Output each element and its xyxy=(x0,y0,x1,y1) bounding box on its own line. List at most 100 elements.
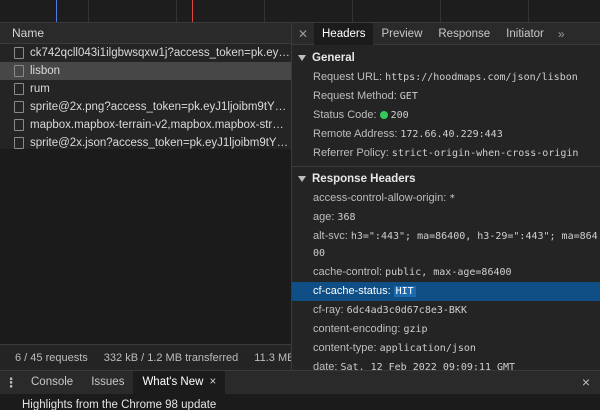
request-name: ck742qcll043i1ilgbwsqxw1j?access_token=p… xyxy=(30,47,290,59)
response-header-row[interactable]: content-encoding: gzip xyxy=(292,320,600,339)
header-key: date: xyxy=(313,361,338,370)
remote-address-label: Remote Address: xyxy=(313,128,398,140)
response-header-row[interactable]: date: Sat, 12 Feb 2022 09:09:11 GMT xyxy=(292,358,600,370)
remote-address-row: Remote Address: 172.66.40.229:443 xyxy=(292,125,600,144)
request-row[interactable]: sprite@2x.png?access_token=pk.eyJ1ljoibm… xyxy=(0,98,291,116)
referrer-policy-value: strict-origin-when-cross-origin xyxy=(391,148,579,159)
header-value: HIT xyxy=(393,286,416,297)
header-key: content-type: xyxy=(313,342,377,354)
general-section-title: General xyxy=(312,52,355,64)
close-details-icon[interactable]: ✕ xyxy=(292,27,314,41)
header-key: content-encoding: xyxy=(313,323,401,335)
header-key: age: xyxy=(313,211,335,223)
response-header-row[interactable]: cf-ray: 6dc4ad3c0d67c8e3-BKK xyxy=(292,301,600,320)
response-header-row[interactable]: content-type: application/json xyxy=(292,339,600,358)
request-name: sprite@2x.png?access_token=pk.eyJ1ljoibm… xyxy=(30,101,290,113)
grid-tick xyxy=(528,0,529,22)
triangle-down-icon xyxy=(298,55,306,61)
response-header-row[interactable]: alt-svc: h3=":443"; ma=86400, h3-29=":443… xyxy=(292,227,600,263)
document-icon xyxy=(14,137,24,149)
more-options-kebab-icon[interactable]: ⋮ xyxy=(0,375,22,391)
header-value: gzip xyxy=(403,324,428,335)
drawer-tab-issues[interactable]: Issues xyxy=(82,371,133,394)
document-icon xyxy=(14,101,24,113)
grid-tick xyxy=(440,0,441,22)
request-list-pane: Name ck742qcll043i1ilgbwsqxw1j?access_to… xyxy=(0,23,292,370)
request-method-row: Request Method: GET xyxy=(292,87,600,106)
header-value: * xyxy=(449,193,456,204)
whats-new-content: Highlights from the Chrome 98 update xyxy=(0,394,600,410)
response-header-row[interactable]: cache-control: public, max-age=86400 xyxy=(292,263,600,282)
request-name: mapbox.mapbox-terrain-v2,mapbox.mapbox-s… xyxy=(30,119,290,131)
status-code-value: 200 xyxy=(390,110,409,121)
request-url-value: https://hoodmaps.com/json/lisbon xyxy=(385,72,578,83)
header-key: cf-cache-status: xyxy=(313,285,391,297)
header-value: application/json xyxy=(379,343,476,354)
details-tabbar: ✕ Headers Preview Response Initiator » xyxy=(292,23,600,45)
response-header-row[interactable]: access-control-allow-origin: * xyxy=(292,189,600,208)
header-key: cache-control: xyxy=(313,266,383,278)
header-value: Sat, 12 Feb 2022 09:09:11 GMT xyxy=(340,362,516,370)
load-event-marker xyxy=(192,0,193,22)
remote-address-value: 172.66.40.229:443 xyxy=(400,129,503,140)
referrer-policy-row: Referrer Policy: strict-origin-when-cross… xyxy=(292,144,600,163)
grid-tick xyxy=(352,0,353,22)
request-list: ck742qcll043i1ilgbwsqxw1j?access_token=p… xyxy=(0,44,291,152)
document-icon xyxy=(14,65,24,77)
referrer-policy-label: Referrer Policy: xyxy=(313,147,389,159)
tab-initiator[interactable]: Initiator xyxy=(498,23,552,45)
response-header-row[interactable]: age: 368 xyxy=(292,208,600,227)
drawer-tab-label: What's New xyxy=(142,376,204,388)
request-row[interactable]: mapbox.mapbox-terrain-v2,mapbox.mapbox-s… xyxy=(0,116,291,134)
header-value: 6dc4ad3c0d67c8e3-BKK xyxy=(346,305,467,316)
request-name: rum xyxy=(30,83,50,95)
request-count: 6 / 45 requests xyxy=(15,351,88,364)
header-key: access-control-allow-origin: xyxy=(313,192,447,204)
header-value: h3=":443"; ma=86400, h3-29=":443"; ma=86… xyxy=(313,231,598,259)
request-row[interactable]: rum xyxy=(0,80,291,98)
status-ok-dot-icon xyxy=(379,111,388,119)
drawer-tab-whats-new[interactable]: What's New × xyxy=(133,371,226,394)
header-key: cf-ray: xyxy=(313,304,344,316)
request-list-empty-area xyxy=(0,149,291,344)
tab-headers[interactable]: Headers xyxy=(314,23,374,45)
waterfall-overview[interactable] xyxy=(0,0,600,23)
response-headers-title: Response Headers xyxy=(312,173,416,185)
request-url-label: Request URL: xyxy=(313,71,383,83)
dom-content-loaded-marker xyxy=(56,0,57,22)
document-icon xyxy=(14,83,24,95)
request-name: sprite@2x.json?access_token=pk.eyJ1ljoib… xyxy=(30,137,290,149)
network-summary-bar: 6 / 45 requests 332 kB / 1.2 MB transfer… xyxy=(0,344,291,370)
tab-preview[interactable]: Preview xyxy=(373,23,430,45)
more-tabs-chevron-icon[interactable]: » xyxy=(552,27,571,41)
request-row[interactable]: ck742qcll043i1ilgbwsqxw1j?access_token=p… xyxy=(0,44,291,62)
status-code-row: Status Code: 200 xyxy=(292,106,600,125)
request-method-value: GET xyxy=(399,91,418,102)
resources-size: 11.3 MB / xyxy=(254,351,291,364)
section-divider xyxy=(292,166,600,167)
response-headers-section-toggle[interactable]: Response Headers xyxy=(292,169,600,189)
transferred-size: 332 kB / 1.2 MB transferred xyxy=(103,351,239,364)
response-header-row-selected[interactable]: cf-cache-status: HIT xyxy=(292,282,600,301)
document-icon xyxy=(14,119,24,131)
drawer-tab-console[interactable]: Console xyxy=(22,371,82,394)
header-value: public, max-age=86400 xyxy=(385,267,512,278)
close-drawer-icon[interactable]: × xyxy=(582,374,590,390)
name-column-header[interactable]: Name xyxy=(0,23,291,44)
triangle-down-icon xyxy=(298,176,306,182)
general-section-toggle[interactable]: General xyxy=(292,48,600,68)
request-row-selected[interactable]: lisbon xyxy=(0,62,291,80)
grid-tick xyxy=(264,0,265,22)
header-key: alt-svc: xyxy=(313,230,348,242)
close-tab-icon[interactable]: × xyxy=(209,376,216,388)
document-icon xyxy=(14,47,24,59)
request-name: lisbon xyxy=(30,65,61,77)
status-code-label: Status Code: xyxy=(313,109,377,121)
request-details-pane: ✕ Headers Preview Response Initiator » G… xyxy=(292,23,600,370)
request-method-label: Request Method: xyxy=(313,90,397,102)
tab-response[interactable]: Response xyxy=(430,23,498,45)
drawer-tabbar: ⋮ Console Issues What's New × × xyxy=(0,370,600,394)
grid-tick xyxy=(88,0,89,22)
request-url-row: Request URL: https://hoodmaps.com/json/li… xyxy=(292,68,600,87)
header-value: 368 xyxy=(337,212,356,223)
